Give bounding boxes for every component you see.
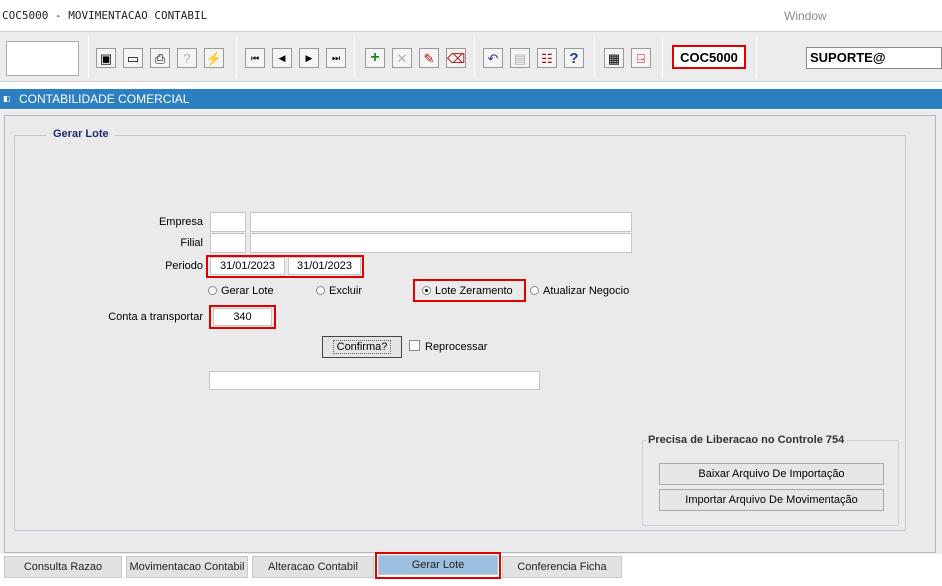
reprocessar-label: Reprocessar — [425, 341, 488, 353]
toolbar-separator — [88, 36, 89, 78]
radio-circle — [208, 285, 217, 295]
printer-icon: ⎙ — [154, 50, 166, 66]
toolbar-blank-field — [6, 41, 79, 76]
group-title: Gerar Lote — [47, 128, 115, 140]
radio-lote-zeramento[interactable]: Lote Zeramento — [422, 285, 513, 297]
title-bar: COC5000 - MOVIMENTACAO CONTABIL Window — [0, 0, 942, 30]
message-field — [209, 371, 540, 390]
radio-label: Lote Zeramento — [435, 285, 513, 297]
query-help-button[interactable]: ? — [177, 48, 197, 68]
window-icon: ◧ — [3, 94, 11, 103]
filial-label: Filial — [180, 237, 203, 249]
question-icon: ? — [569, 49, 579, 67]
x-icon: ✕ — [396, 50, 408, 66]
tab-conferencia-ficha[interactable]: Conferencia Ficha — [502, 556, 622, 578]
baixar-arquivo-button[interactable]: Baixar Arquivo De Importação — [659, 463, 884, 485]
toolbar-separator — [236, 36, 237, 78]
menu-icon: ▦ — [607, 50, 621, 66]
menu-button[interactable]: ▦ — [604, 48, 624, 68]
toolbar-separator — [474, 36, 475, 78]
print-preview-button[interactable]: ▭ — [123, 48, 143, 68]
query-run-icon: ⚡ — [205, 50, 223, 66]
help-button[interactable]: ? — [564, 48, 584, 68]
empresa-code-input[interactable] — [210, 212, 246, 232]
edit-button[interactable]: ✎ — [419, 48, 439, 68]
radio-label: Atualizar Negocio — [543, 285, 630, 297]
empresa-label: Empresa — [158, 216, 203, 228]
list-icon: ☷ — [541, 50, 553, 66]
toolbar-separator — [594, 36, 595, 78]
delete-button[interactable]: ✕ — [392, 48, 412, 68]
lov-button[interactable]: ☷ — [537, 48, 557, 68]
toolbar: ▣ ▭ ⎙ ? ⚡ ⏮ ◀ ▶ ⏭ + ✕ ✎ ⌫ ↶ ▤ ☷ ? ▦ ⍈ CO… — [0, 31, 942, 82]
radio-label: Gerar Lote — [221, 285, 274, 297]
eraser-icon: ⌫ — [446, 50, 466, 66]
tab-consulta-razao[interactable]: Consulta Razao — [4, 556, 122, 578]
radio-circle-selected — [422, 285, 431, 295]
radio-excluir[interactable]: Excluir — [316, 285, 362, 297]
exit-door-icon: ⍈ — [637, 50, 645, 66]
periodo-inicio-input[interactable]: 31/01/2023 — [210, 257, 285, 275]
reprocessar-checkbox[interactable] — [409, 340, 420, 351]
floppy-icon: ▣ — [99, 50, 113, 66]
conta-label: Conta a transportar — [108, 311, 203, 323]
clipboard-button[interactable]: ▤ — [510, 48, 530, 68]
prev-icon: ◀ — [278, 52, 286, 63]
toolbar-separator — [662, 36, 663, 78]
liberacao-title: Precisa de Liberacao no Controle 754 — [646, 434, 847, 446]
first-icon: ⏮ — [250, 52, 260, 63]
clipboard-icon: ▤ — [513, 50, 527, 66]
periodo-fim-input[interactable]: 31/01/2023 — [288, 257, 361, 275]
toolbar-separator — [756, 36, 757, 78]
confirm-button[interactable]: Confirma? — [322, 336, 402, 358]
radio-circle — [530, 285, 539, 295]
prev-record-button[interactable]: ◀ — [272, 48, 292, 68]
radio-atualizar-negocio[interactable]: Atualizar Negocio — [530, 285, 629, 297]
query-icon: ? — [183, 50, 191, 66]
window-menu[interactable]: Window — [784, 9, 827, 23]
undo-icon: ↶ — [487, 50, 499, 66]
tab-alteracao-contabil[interactable]: Alteracao Contabil — [252, 556, 374, 578]
undo-button[interactable]: ↶ — [483, 48, 503, 68]
plus-icon: + — [370, 49, 380, 66]
first-record-button[interactable]: ⏮ — [245, 48, 265, 68]
last-icon: ⏭ — [331, 52, 341, 63]
radio-circle — [316, 285, 325, 295]
tab-movimentacao-contabil[interactable]: Movimentacao Contabil — [126, 556, 248, 578]
filial-code-input[interactable] — [210, 233, 246, 253]
empresa-name-input[interactable] — [250, 212, 632, 232]
importar-arquivo-button[interactable]: Importar Arquivo De Movimentação — [659, 489, 884, 511]
confirm-label: Confirma? — [332, 340, 392, 354]
edit-icon: ✎ — [423, 50, 435, 66]
clear-button[interactable]: ⌫ — [446, 48, 466, 68]
radio-gerar-lote[interactable]: Gerar Lote — [208, 285, 274, 297]
print-button[interactable]: ⎙ — [150, 48, 170, 68]
tab-gerar-lote-highlight — [375, 552, 501, 579]
exit-button[interactable]: ⍈ — [631, 48, 651, 68]
query-run-button[interactable]: ⚡ — [204, 48, 224, 68]
app-title: COC5000 - MOVIMENTACAO CONTABIL — [2, 9, 208, 22]
form-code-badge: COC5000 — [672, 45, 746, 69]
insert-button[interactable]: + — [365, 48, 385, 68]
filial-name-input[interactable] — [250, 233, 632, 253]
module-header: ◧ CONTABILIDADE COMERCIAL — [0, 89, 942, 109]
monitor-icon: ▭ — [126, 50, 140, 66]
next-icon: ▶ — [305, 52, 313, 63]
module-title: CONTABILIDADE COMERCIAL — [19, 92, 190, 106]
toolbar-separator — [354, 36, 355, 78]
save-button[interactable]: ▣ — [96, 48, 116, 68]
radio-label: Excluir — [329, 285, 363, 297]
next-record-button[interactable]: ▶ — [299, 48, 319, 68]
last-record-button[interactable]: ⏭ — [326, 48, 346, 68]
periodo-label: Periodo — [165, 260, 203, 272]
user-field: SUPORTE@ — [806, 47, 942, 69]
conta-input[interactable]: 340 — [213, 308, 272, 326]
